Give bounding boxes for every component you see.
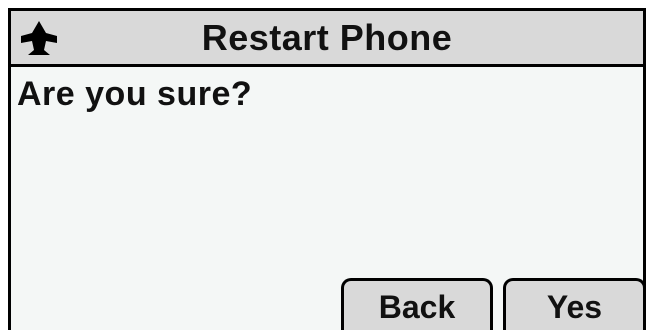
back-softkey[interactable]: Back [341,278,493,330]
screen-title: Restart Phone [201,17,453,58]
confirmation-prompt: Are you sure? [17,75,253,113]
yes-softkey[interactable]: Yes [503,278,646,330]
softkey-bar: Back Yes [341,276,646,330]
title-bar: Restart Phone [11,11,643,67]
phone-screen: Restart Phone Are you sure? Back Yes [8,8,646,330]
